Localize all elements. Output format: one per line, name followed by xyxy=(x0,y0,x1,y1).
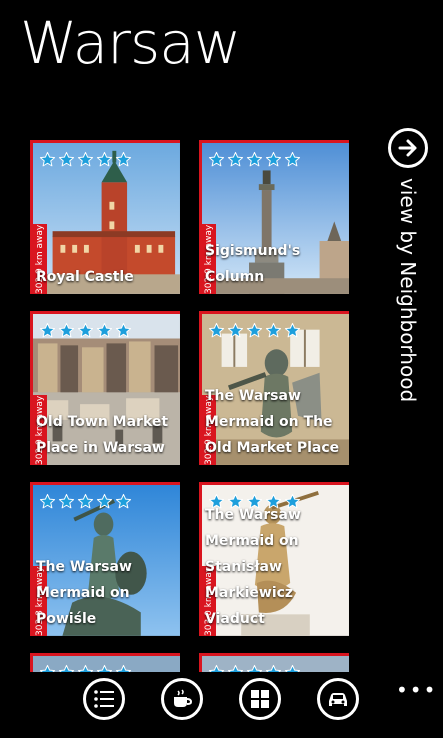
star-icon xyxy=(58,493,75,509)
coffee-cup-icon xyxy=(174,689,193,707)
arrow-right-icon[interactable] xyxy=(388,128,428,168)
star-icon xyxy=(77,322,94,338)
star-icon xyxy=(284,151,301,167)
attraction-name: Sigismund's Column xyxy=(205,243,301,285)
star-icon xyxy=(284,322,301,338)
star-icon xyxy=(208,322,225,338)
star-icon xyxy=(96,322,113,338)
star-icon xyxy=(96,493,113,509)
attraction-name: The Warsaw Mermaid on The Old Market Pla… xyxy=(205,388,340,456)
star-icon xyxy=(39,493,56,509)
attraction-name: The Warsaw Mermaid on Stanisław Markiewi… xyxy=(205,507,301,627)
star-icon xyxy=(115,322,132,338)
attraction-tile-royal-castle[interactable]: 302.9 km away Royal Castle xyxy=(30,140,180,294)
star-icon xyxy=(265,322,282,338)
attraction-name: The Warsaw Mermaid on Powiśle xyxy=(36,559,132,627)
attraction-tile-mermaid-markiewicz-viaduct[interactable]: 303.0 km away The Warsaw Mermaid on Stan… xyxy=(199,482,349,636)
rating-stars xyxy=(208,322,301,339)
neighborhood-view-link[interactable]: view by Neighborhood xyxy=(388,128,432,428)
star-icon xyxy=(39,322,56,338)
attraction-name: Old Town Market Place in Warsaw xyxy=(36,414,169,456)
app-bar: ••• xyxy=(0,672,443,738)
star-icon xyxy=(115,493,132,509)
car-button[interactable] xyxy=(317,678,359,720)
attraction-tile-sigismunds-column[interactable]: 302.9 km away Sigismund's Column xyxy=(199,140,349,294)
coffee-button[interactable] xyxy=(161,678,203,720)
star-icon xyxy=(246,322,263,338)
rating-stars xyxy=(208,151,301,168)
attraction-name: Royal Castle xyxy=(36,269,134,285)
grid-view-button[interactable] xyxy=(239,678,281,720)
more-menu-button[interactable]: ••• xyxy=(396,680,437,700)
list-icon xyxy=(94,690,114,708)
star-icon xyxy=(227,151,244,167)
page-title: Warsaw xyxy=(20,9,241,77)
star-icon xyxy=(39,151,56,167)
star-icon xyxy=(58,151,75,167)
star-icon xyxy=(265,151,282,167)
star-icon xyxy=(246,151,263,167)
star-icon xyxy=(77,493,94,509)
rating-stars xyxy=(39,493,132,510)
star-icon xyxy=(227,322,244,338)
rating-stars xyxy=(39,151,132,168)
grid-icon xyxy=(251,690,269,708)
star-icon xyxy=(58,322,75,338)
list-button[interactable] xyxy=(83,678,125,720)
attraction-tile-mermaid-old-market-place[interactable]: 302.9 km away The Warsaw Mermaid on The … xyxy=(199,311,349,465)
attraction-tile-old-town-market-place[interactable]: 302.9 km away Old Town Market Place in W… xyxy=(30,311,180,465)
star-icon xyxy=(115,151,132,167)
car-icon xyxy=(329,693,347,706)
rating-stars xyxy=(39,322,132,339)
star-icon xyxy=(208,151,225,167)
star-icon xyxy=(96,151,113,167)
star-icon xyxy=(77,151,94,167)
attraction-tile-mermaid-powisle[interactable]: 303.8 km away The Warsaw Mermaid on Powi… xyxy=(30,482,180,636)
view-by-neighborhood-label: view by Neighborhood xyxy=(396,178,420,403)
